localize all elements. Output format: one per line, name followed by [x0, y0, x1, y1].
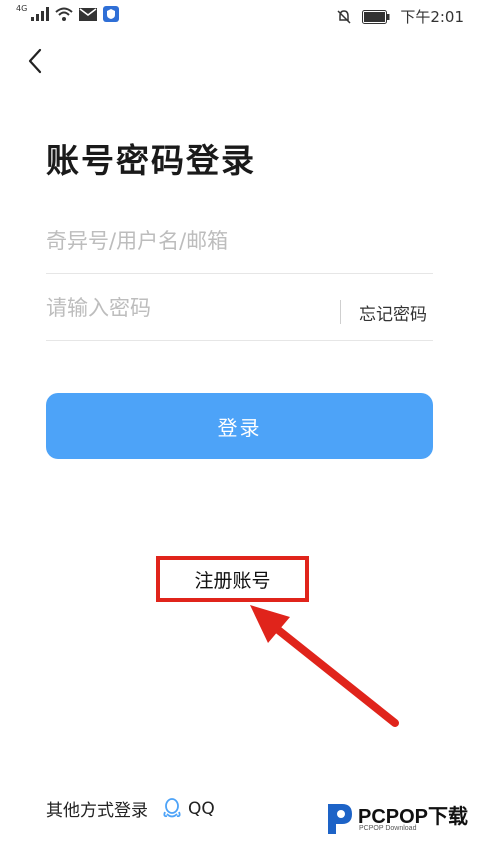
- other-login-label: 其他方式登录: [46, 801, 148, 821]
- wifi-icon: [55, 7, 73, 21]
- watermark: PCPOP下载 PCPOP Download: [322, 798, 472, 842]
- account-field: [46, 211, 433, 274]
- status-time: 下午2:01: [400, 8, 464, 26]
- other-login-row: 其他方式登录 QQ: [46, 796, 215, 821]
- status-left: 4G: [14, 3, 120, 22]
- password-input[interactable]: [46, 288, 326, 328]
- mail-icon: [79, 7, 98, 21]
- qq-icon: [163, 797, 181, 817]
- status-bar: 4G 下午2:01: [0, 0, 480, 32]
- pcpop-logo-icon: [328, 804, 352, 834]
- network-type: 4G: [16, 3, 28, 13]
- login-button[interactable]: 登录: [46, 393, 433, 459]
- annotation-arrow: [250, 605, 399, 727]
- qq-label: QQ: [188, 798, 215, 819]
- signal-icon: [31, 7, 50, 21]
- page-title: 账号密码登录: [46, 141, 256, 180]
- password-divider: [340, 300, 341, 324]
- chevron-left-icon: [28, 48, 42, 74]
- account-input[interactable]: [46, 221, 326, 261]
- status-right: 下午2:01: [336, 6, 464, 27]
- forgot-password-link[interactable]: 忘记密码: [359, 300, 427, 325]
- watermark-sub: PCPOP Download: [359, 825, 417, 832]
- qq-login-option[interactable]: QQ: [162, 797, 215, 820]
- mute-bell-icon: [337, 9, 351, 24]
- battery-icon: [362, 9, 390, 24]
- back-button[interactable]: [22, 46, 52, 76]
- password-field: 忘记密码: [46, 278, 433, 341]
- register-link[interactable]: 注册账号: [194, 566, 270, 593]
- shield-app-icon: [103, 6, 120, 22]
